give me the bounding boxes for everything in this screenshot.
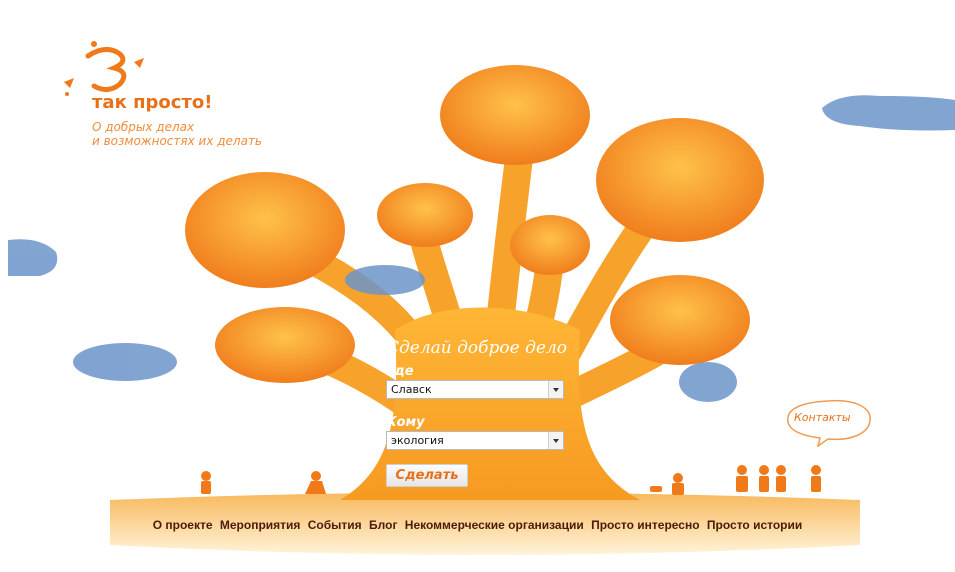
tagline-line-2: и возможностях их делать: [92, 134, 263, 148]
where-select-value: Славск: [391, 383, 432, 396]
whom-label: Кому: [386, 415, 425, 430]
figure-icon: [201, 471, 211, 494]
nav-item-ngos[interactable]: Некоммерческие организации: [405, 518, 584, 532]
whom-select[interactable]: экология: [386, 431, 564, 450]
leaf-blob: [377, 183, 473, 247]
bottom-nav: О проекте Мероприятия События Блог Неком…: [0, 518, 955, 532]
logo-title: так просто!: [92, 92, 213, 113]
nav-item-interesting[interactable]: Просто интересно: [591, 518, 699, 532]
nav-item-events-activities[interactable]: Мероприятия: [220, 518, 301, 532]
leaf-blob: [610, 275, 750, 365]
page: так просто! О добрых делах и возможностя…: [0, 0, 955, 572]
form-title: Сделай доброе дело: [386, 338, 568, 358]
where-label: Где: [386, 364, 414, 379]
figure-icon: [736, 465, 748, 492]
nav-item-news[interactable]: События: [308, 518, 362, 532]
figure-icon: [759, 465, 769, 492]
nav-item-blog[interactable]: Блог: [369, 518, 397, 532]
cloud: [8, 239, 58, 276]
figure-icon: [305, 471, 326, 494]
figure-icon: [776, 465, 786, 492]
tagline-line-1: О добрых делах: [92, 120, 195, 134]
leaf-blob: [215, 307, 355, 383]
leaf-blob: [596, 118, 764, 242]
submit-button[interactable]: Сделать: [386, 464, 468, 487]
contacts-link[interactable]: Контакты: [794, 411, 851, 424]
good-deed-form: Сделай доброе дело Где Славск Кому эколо…: [386, 338, 568, 487]
leaf-blob: [440, 65, 590, 165]
chevron-down-icon[interactable]: [548, 381, 563, 398]
nav-item-stories[interactable]: Просто истории: [707, 518, 802, 532]
cloud: [73, 343, 177, 381]
leaf-blob: [185, 172, 345, 288]
where-select[interactable]: Славск: [386, 380, 564, 399]
nav-item-about[interactable]: О проекте: [153, 518, 213, 532]
cloud: [822, 95, 955, 131]
whom-select-value: экология: [391, 434, 444, 447]
logo-tagline: О добрых делах и возможностях их делать: [92, 120, 262, 148]
logo-mark-icon: [64, 41, 144, 96]
figure-icon: [811, 465, 821, 492]
site-logo[interactable]: так просто! О добрых делах и возможностя…: [58, 38, 268, 158]
leaf-blob: [510, 215, 590, 275]
cloud: [679, 362, 737, 402]
chevron-down-icon[interactable]: [548, 432, 563, 449]
cloud: [345, 265, 425, 295]
figure-icon: [650, 473, 684, 495]
